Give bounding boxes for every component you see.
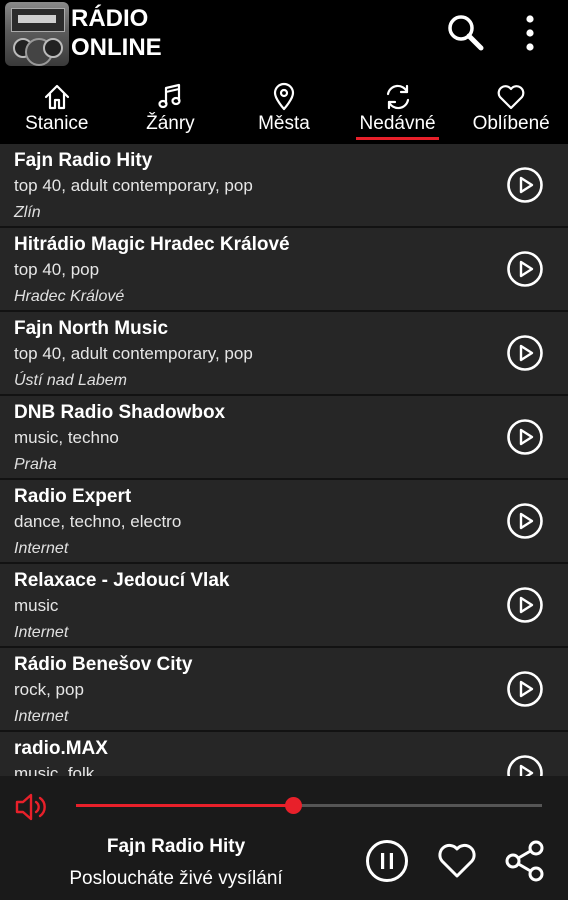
station-genres: top 40, pop [14,260,100,279]
play-button[interactable] [506,586,544,624]
search-icon [448,15,484,51]
play-circle-icon [507,167,543,203]
station-row[interactable]: Rádio Benešov City rock, pop Internet [0,648,568,732]
play-button[interactable] [506,418,544,456]
tab-label: Žánry [146,113,195,134]
tab-nedavne[interactable]: Nedávné [341,80,455,144]
pause-icon [366,840,408,882]
now-playing-title: Fajn Radio Hity [106,836,246,857]
now-playing-status: Posloucháte živé vysílání [69,868,283,889]
play-circle-icon [507,671,543,707]
play-circle-icon [507,503,543,539]
tab-oblibene[interactable]: Oblíbené [454,80,568,144]
pause-button[interactable] [364,838,410,884]
overflow-menu-button[interactable] [508,10,552,56]
heart-icon [438,843,476,878]
tab-mesta[interactable]: Města [227,80,341,144]
station-city: Zlín [14,204,41,221]
station-city: Ústí nad Labem [14,372,127,389]
station-city: Internet [14,624,69,641]
station-name: Radio Expert [14,486,132,507]
station-list[interactable]: Fajn Radio Hity top 40, adult contemporar… [0,144,568,776]
app-title-line2: ONLINE [71,34,162,61]
station-row[interactable]: Fajn North Music top 40, adult contempora… [0,312,568,396]
play-circle-icon [507,587,543,623]
favorite-button[interactable] [434,838,480,884]
station-name: Relaxace - Jedoucí Vlak [14,570,230,591]
app-header: RÁDIO ONLINE [0,0,568,80]
play-circle-icon [507,755,543,776]
station-name: Fajn North Music [14,318,169,339]
more-vertical-icon [526,15,534,51]
station-city: Internet [14,708,69,725]
tab-bar: Stanice Žánry Města Nedávné Oblíbené [0,80,568,144]
station-genres: top 40, adult contemporary, pop [14,176,253,195]
station-row[interactable]: radio.MAX music, folk [0,732,568,776]
station-name: DNB Radio Shadowbox [14,402,226,423]
station-row[interactable]: Hitrádio Magic Hradec Králové top 40, pop… [0,228,568,312]
tab-label: Města [258,113,310,134]
search-button[interactable] [440,10,490,56]
refresh-icon [386,84,409,110]
tab-zanry[interactable]: Žánry [114,80,228,144]
station-row[interactable]: Relaxace - Jedoucí Vlak music Internet [0,564,568,648]
play-button[interactable] [506,166,544,204]
station-genres: top 40, adult contemporary, pop [14,344,253,363]
music-note-icon [158,83,181,109]
station-genres: music [14,596,59,615]
station-genres: rock, pop [14,680,84,699]
station-name: Rádio Benešov City [14,654,193,675]
tab-label: Nedávné [359,113,436,134]
location-pin-icon [273,82,295,111]
tab-stanice[interactable]: Stanice [0,80,114,144]
station-city: Praha [14,456,57,473]
play-circle-icon [507,419,543,455]
play-button[interactable] [506,754,544,776]
volume-slider-fill [76,804,293,807]
station-city: Internet [14,540,69,557]
play-circle-icon [507,251,543,287]
station-genres: music, techno [14,428,119,447]
tab-label: Oblíbené [472,113,550,134]
share-icon [505,840,544,882]
home-icon [44,84,69,110]
app-title: RÁDIO ONLINE [71,4,162,62]
station-name: Fajn Radio Hity [14,150,153,171]
station-name: radio.MAX [14,738,108,759]
station-genres: music, folk [14,764,95,776]
station-row[interactable]: Fajn Radio Hity top 40, adult contemporar… [0,144,568,228]
station-city: Hradec Králové [14,288,125,305]
station-name: Hitrádio Magic Hradec Králové [14,234,290,255]
share-button[interactable] [502,838,548,884]
play-button[interactable] [506,670,544,708]
tab-label: Stanice [25,113,89,134]
station-row[interactable]: DNB Radio Shadowbox music, techno Praha [0,396,568,480]
volume-slider-thumb[interactable] [284,797,302,814]
play-button[interactable] [506,250,544,288]
speaker-volume-icon [15,793,46,821]
active-tab-indicator [355,137,440,140]
app-title-line1: RÁDIO [71,5,149,32]
station-row[interactable]: Radio Expert dance, techno, electro Intern… [0,480,568,564]
play-circle-icon [507,335,543,371]
volume-slider[interactable] [76,797,542,814]
app-logo [5,2,69,66]
station-genres: dance, techno, electro [14,512,182,531]
volume-button[interactable] [14,790,50,824]
play-button[interactable] [506,502,544,540]
heart-icon [497,85,525,110]
play-button[interactable] [506,334,544,372]
player-bar: Fajn Radio Hity Posloucháte živé vysílán… [0,776,568,900]
